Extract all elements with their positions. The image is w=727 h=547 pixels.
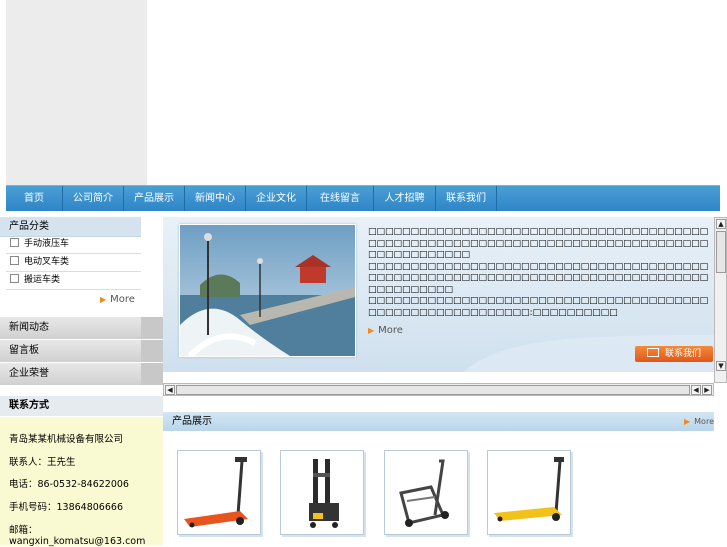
intro-text: □□□□□□□□□□□□□□□□□□□□□□□□□□□□□□□□□□□□□□□□…	[368, 227, 710, 338]
product-card[interactable]	[384, 450, 468, 535]
scroll-down-icon[interactable]: ▼	[716, 361, 726, 371]
nav-item-products[interactable]: 产品展示	[124, 186, 185, 211]
electric-stacker-icon	[309, 459, 339, 528]
tab-guestbook[interactable]: 留言板	[0, 340, 163, 362]
scroll-left-icon[interactable]: ◀	[165, 385, 175, 395]
tab-news[interactable]: 新闻动态	[0, 317, 163, 339]
scroll-up-icon[interactable]: ▲	[716, 219, 726, 229]
category-item[interactable]: 搬运车类	[10, 272, 60, 288]
checkbox-icon	[10, 274, 19, 283]
nav-item-culture[interactable]: 企业文化	[246, 186, 307, 211]
product-card[interactable]	[177, 450, 261, 535]
checkbox-icon	[10, 256, 19, 265]
category-more-link[interactable]: ▶ More	[100, 292, 135, 308]
contact-company: 青岛某某机械设备有限公司	[9, 434, 124, 445]
hand-trolley-icon	[399, 459, 449, 527]
intro-paragraph: □□□□□□□□□□□□□□□□□□□□□□□□□□□□□□□□□□□□□□□□…	[368, 227, 709, 260]
nav-item-news[interactable]: 新闻中心	[185, 186, 246, 211]
main-nav: 首页 公司简介 产品展示 新闻中心 企业文化 在线留言 人才招聘 联系我们	[6, 185, 720, 211]
nav-item-about[interactable]: 公司简介	[63, 186, 124, 211]
nav-item-contact[interactable]: 联系我们	[436, 186, 497, 211]
contact-person: 联系人：王先生	[9, 457, 76, 468]
scroll-thumb[interactable]	[716, 231, 726, 273]
intro-more-link[interactable]: ▶ More	[368, 325, 710, 338]
pallet-truck-icon	[494, 457, 564, 522]
category-item[interactable]: 电动叉车类	[10, 254, 69, 270]
seaside-photo	[179, 224, 356, 357]
category-title: 产品分类	[0, 217, 141, 237]
products-more-link[interactable]: ▶ More	[684, 412, 714, 431]
product-card[interactable]	[487, 450, 571, 535]
arrow-right-icon: ▶	[684, 417, 691, 426]
nav-item-jobs[interactable]: 人才招聘	[374, 186, 436, 211]
contact-email: 邮箱：wangxin_komatsu@163.com	[9, 525, 146, 547]
contact-mobile: 手机号码：13864806666	[9, 502, 123, 513]
intro-paragraph: □□□□□□□□□□□□□□□□□□□□□□□□□□□□□□□□□□□□□□□□…	[368, 261, 709, 295]
header-logo-area	[6, 0, 147, 185]
contact-title: 联系方式	[0, 396, 163, 416]
arrow-right-icon: ▶	[368, 326, 375, 335]
tab-honors[interactable]: 企业荣誉	[0, 363, 163, 385]
scroll-right-icon[interactable]: ▶	[702, 385, 712, 395]
scroll-thumb[interactable]	[176, 385, 690, 395]
horizontal-scrollbar[interactable]: ◀ ◀ ▶	[163, 383, 714, 396]
contact-box: 青岛某某机械设备有限公司 联系人：王先生 电话：86-0532-84622006…	[0, 417, 163, 547]
nav-item-guestbook[interactable]: 在线留言	[307, 186, 374, 211]
arrow-right-icon: ▶	[100, 295, 107, 304]
sidebar: 产品分类 手动液压车 电动叉车类 搬运车类 ▶ More 新闻动态 留言板 企业荣…	[0, 217, 163, 397]
vertical-scrollbar[interactable]: ▲ ▼	[714, 217, 727, 383]
contact-phone: 电话：86-0532-84622006	[9, 479, 129, 490]
category-item[interactable]: 手动液压车	[10, 236, 69, 252]
intro-paragraph: □□□□□□□□□□□□□□□□□□□□□□□□□□□□□□□□□□□□□□□□…	[368, 296, 709, 318]
contact-us-button[interactable]: 联系我们	[635, 346, 713, 362]
pallet-truck-icon	[184, 457, 248, 528]
products-title: 产品展示	[172, 416, 212, 427]
scroll-left-icon[interactable]: ◀	[691, 385, 701, 395]
mail-icon	[646, 348, 659, 357]
products-title-bar: 产品展示 ▶ More	[163, 412, 714, 431]
nav-item-home[interactable]: 首页	[6, 186, 63, 211]
checkbox-icon	[10, 238, 19, 247]
product-card[interactable]	[280, 450, 364, 535]
